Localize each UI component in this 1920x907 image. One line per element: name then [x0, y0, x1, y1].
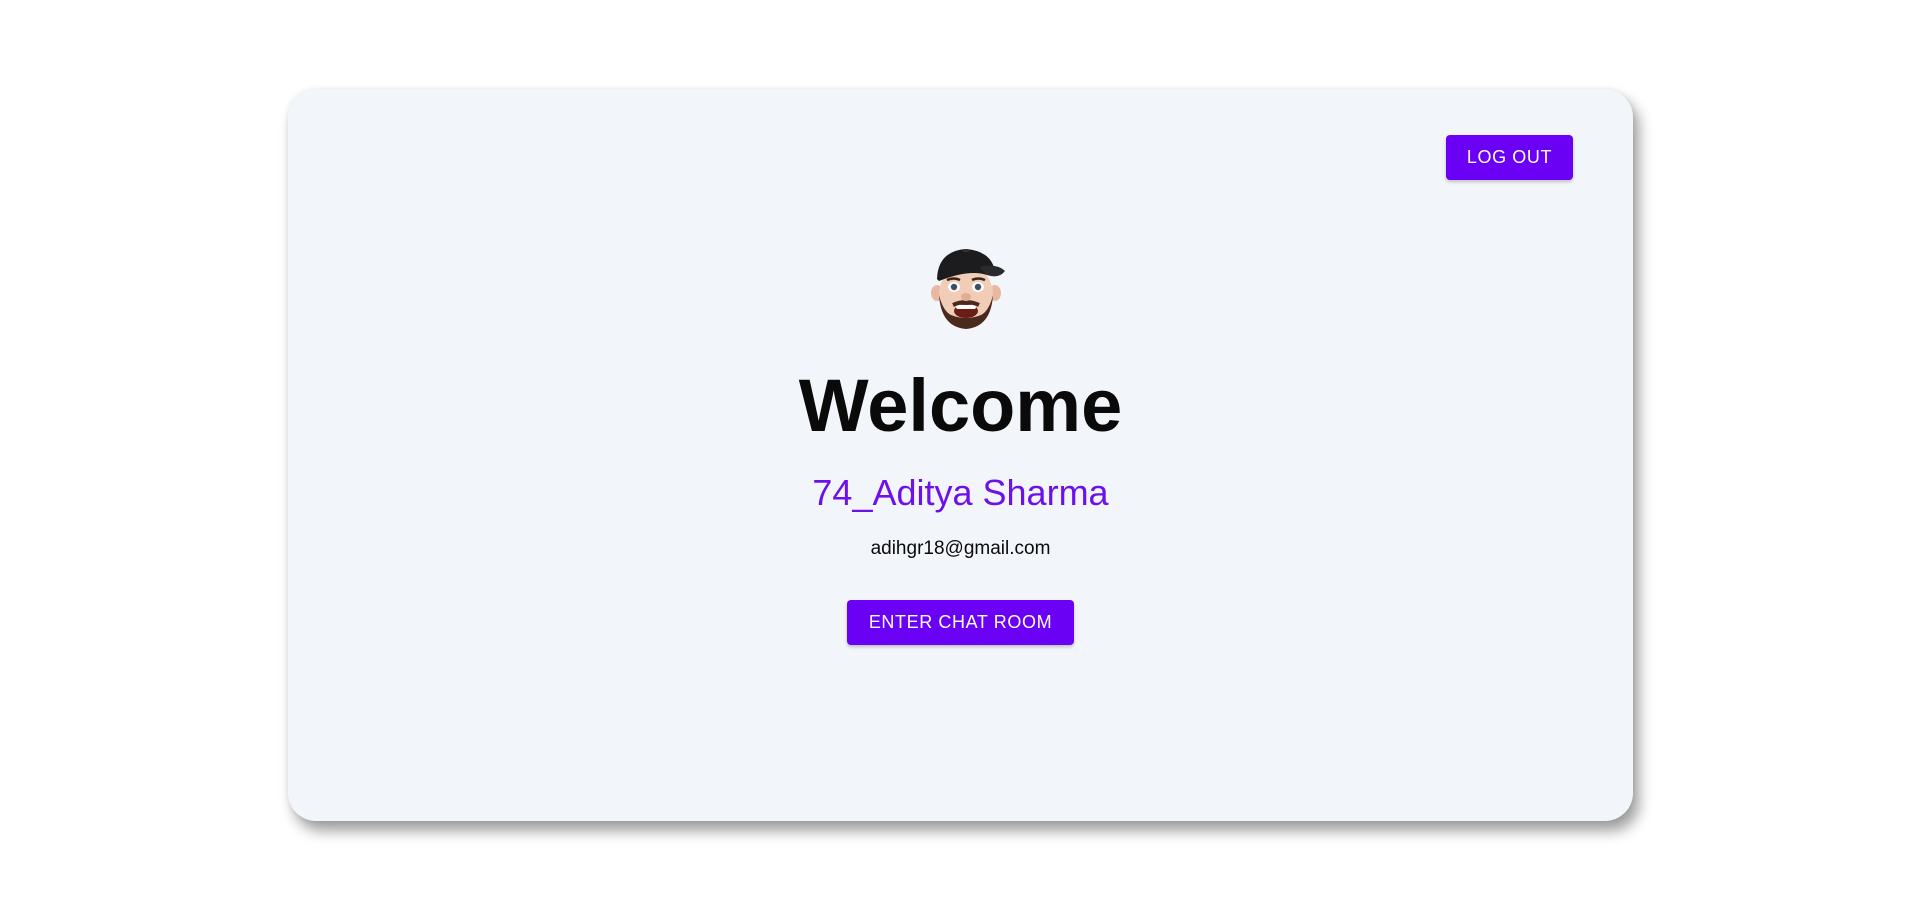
welcome-card: LOG OUT Welcome 74_Aditya Sharma adihgr1…: [288, 89, 1633, 821]
memoji-avatar-icon: [931, 249, 1005, 329]
enter-chat-room-button[interactable]: ENTER CHAT ROOM: [847, 600, 1074, 645]
email-label: adihgr18@gmail.com: [870, 538, 1051, 559]
page: LOG OUT Welcome 74_Aditya Sharma adihgr1…: [0, 0, 1920, 907]
welcome-heading: Welcome: [798, 364, 1123, 447]
username-label: 74_Aditya Sharma: [812, 472, 1109, 513]
avatar: [929, 245, 1005, 331]
logout-button[interactable]: LOG OUT: [1446, 135, 1573, 180]
